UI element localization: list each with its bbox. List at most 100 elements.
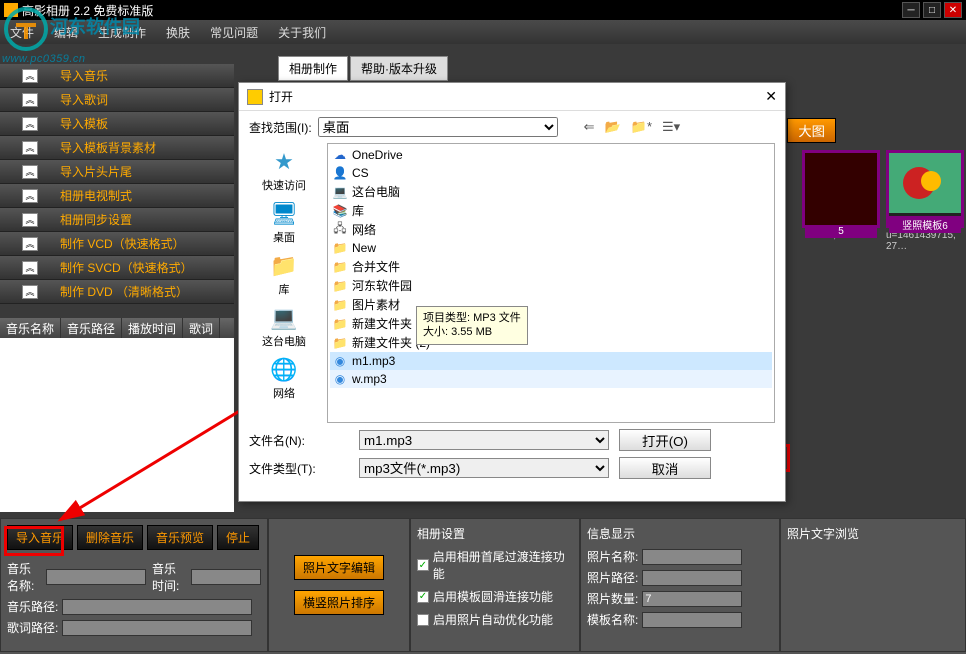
up-icon[interactable]: 📂 xyxy=(605,119,621,135)
place-libraries[interactable]: 📁库 xyxy=(268,253,300,297)
folder-icon: 📁 xyxy=(332,316,348,332)
place-this-pc[interactable]: 💻这台电脑 xyxy=(262,305,306,349)
chevron-up-icon[interactable]: ︽ xyxy=(22,189,38,203)
list-item[interactable]: 📁New xyxy=(330,239,772,257)
menu-about[interactable]: 关于我们 xyxy=(268,24,336,41)
enlarge-button[interactable]: 大图 xyxy=(787,118,836,143)
sidebar-item-svcd[interactable]: 制作 SVCD（快速格式） xyxy=(60,259,193,276)
col-music-name[interactable]: 音乐名称 xyxy=(0,318,61,338)
preview-music-button[interactable]: 音乐预览 xyxy=(147,525,213,550)
chk-auto-label: 启用照片自动优化功能 xyxy=(433,611,553,628)
import-music-button[interactable]: 导入音乐 xyxy=(7,525,73,550)
cancel-button[interactable]: 取消 xyxy=(619,457,711,479)
list-item[interactable]: ◉w.mp3 xyxy=(330,370,772,388)
sidebar-item-import-bg[interactable]: 导入模板背景素材 xyxy=(60,139,156,156)
template-thumb[interactable]: 5 xyxy=(802,150,880,228)
tab-help-upgrade[interactable]: 帮助·版本升级 xyxy=(350,56,448,81)
open-button[interactable]: 打开(O) xyxy=(619,429,711,451)
checkbox-icon[interactable]: ✓ xyxy=(417,614,429,626)
checkbox-icon[interactable]: ✓ xyxy=(417,559,429,571)
list-item[interactable]: ◉m1.mp3 xyxy=(330,352,772,370)
list-item[interactable]: 💻这台电脑 xyxy=(330,182,772,201)
template-thumb[interactable]: 竖照模板6 xyxy=(886,150,964,228)
chevron-up-icon[interactable]: ︽ xyxy=(22,261,38,275)
photo-sort-button[interactable]: 横竖照片排序 xyxy=(294,590,384,615)
folder-icon: 📁 xyxy=(332,278,348,294)
list-item[interactable]: 👤CS xyxy=(330,164,772,182)
photo-count-input[interactable] xyxy=(642,591,742,607)
filename-input[interactable]: m1.mp3 xyxy=(359,430,609,450)
chevron-up-icon[interactable]: ︽ xyxy=(22,141,38,155)
list-item[interactable]: ☁OneDrive xyxy=(330,146,772,164)
sidebar-item-import-template[interactable]: 导入模板 xyxy=(60,115,108,132)
photo-name-label: 照片名称: xyxy=(587,548,638,565)
music-path-input[interactable] xyxy=(62,599,252,615)
chevron-up-icon[interactable]: ︽ xyxy=(22,165,38,179)
stop-button[interactable]: 停止 xyxy=(217,525,259,550)
sidebar-item-import-lyrics[interactable]: 导入歌词 xyxy=(60,91,108,108)
photo-count-label: 照片数量: xyxy=(587,590,638,607)
chevron-up-icon[interactable]: ︽ xyxy=(22,285,38,299)
sidebar-item-import-titles[interactable]: 导入片头片尾 xyxy=(60,163,132,180)
photo-name-input[interactable] xyxy=(642,549,742,565)
list-item[interactable]: 📁新建文件夹 (2) xyxy=(330,333,772,352)
delete-music-button[interactable]: 删除音乐 xyxy=(77,525,143,550)
list-item[interactable]: 📁合并文件 xyxy=(330,257,772,276)
sidebar-item-sync[interactable]: 相册同步设置 xyxy=(60,211,132,228)
list-item[interactable]: 📁新建文件夹 xyxy=(330,314,772,333)
file-list[interactable]: ☁OneDrive 👤CS 💻这台电脑 📚库 🖧网络 📁New 📁合并文件 📁河… xyxy=(327,143,775,423)
col-play-time[interactable]: 播放时间 xyxy=(122,318,183,338)
close-button[interactable]: ✕ xyxy=(944,2,962,18)
dialog-close-button[interactable]: ✕ xyxy=(765,88,777,105)
list-item[interactable]: 📚库 xyxy=(330,201,772,220)
lyric-path-input[interactable] xyxy=(62,620,252,636)
photo-text-edit-button[interactable]: 照片文字编辑 xyxy=(294,555,384,580)
template-name-label: 模板名称: xyxy=(587,611,638,628)
maximize-button[interactable]: □ xyxy=(923,2,941,18)
chevron-up-icon[interactable]: ︽ xyxy=(22,93,38,107)
list-item[interactable]: 📁河东软件园 xyxy=(330,276,772,295)
col-music-path[interactable]: 音乐路径 xyxy=(61,318,122,338)
photo-path-label: 照片路径: xyxy=(587,569,638,586)
chk-loop-label: 启用相册首尾过渡连接功能 xyxy=(433,548,573,582)
chevron-up-icon[interactable]: ︽ xyxy=(22,237,38,251)
filetype-select[interactable]: mp3文件(*.mp3) xyxy=(359,458,609,478)
checkbox-icon[interactable]: ✓ xyxy=(417,591,429,603)
list-item[interactable]: 🖧网络 xyxy=(330,220,772,239)
tab-album-make[interactable]: 相册制作 xyxy=(278,56,348,81)
chevron-up-icon[interactable]: ︽ xyxy=(22,213,38,227)
minimize-button[interactable]: ─ xyxy=(902,2,920,18)
filename-label: 文件名(N): xyxy=(249,432,349,449)
music-time-label: 音乐时间: xyxy=(152,560,187,594)
chevron-up-icon[interactable]: ︽ xyxy=(22,117,38,131)
music-list[interactable] xyxy=(0,338,234,512)
file-tooltip: 项目类型: MP3 文件 大小: 3.55 MB xyxy=(416,306,528,345)
sidebar-item-import-music[interactable]: 导入音乐 xyxy=(60,67,108,84)
menu-skin[interactable]: 换肤 xyxy=(156,24,200,41)
sidebar-item-dvd[interactable]: 制作 DVD （清晰格式） xyxy=(60,283,188,300)
list-item[interactable]: 📁图片素材 xyxy=(330,295,772,314)
sidebar-item-vcd[interactable]: 制作 VCD（快速格式） xyxy=(60,235,185,252)
place-quick-access[interactable]: ★快速访问 xyxy=(262,149,306,193)
music-name-label: 音乐名称: xyxy=(7,560,42,594)
thumb-meta: u=1461439715, 27… xyxy=(886,230,964,252)
col-lyrics[interactable]: 歌词 xyxy=(183,318,220,338)
music-time-input[interactable] xyxy=(191,569,261,585)
back-icon[interactable]: ⇐ xyxy=(584,119,595,135)
folder-icon: 📁 xyxy=(332,335,348,351)
photo-path-input[interactable] xyxy=(642,570,742,586)
place-network[interactable]: 🌐网络 xyxy=(268,357,300,401)
music-name-input[interactable] xyxy=(46,569,146,585)
view-menu-icon[interactable]: ☰▾ xyxy=(662,119,680,135)
chk-smooth-label: 启用模板圆滑连接功能 xyxy=(433,588,553,605)
new-folder-icon[interactable]: 📁* xyxy=(631,119,652,135)
album-settings-title: 相册设置 xyxy=(417,525,573,542)
template-name-input[interactable] xyxy=(642,612,742,628)
chevron-up-icon[interactable]: ︽ xyxy=(22,69,38,83)
menu-faq[interactable]: 常见问题 xyxy=(200,24,268,41)
dialog-title: 打开 xyxy=(269,88,293,105)
sidebar-item-tv-format[interactable]: 相册电视制式 xyxy=(60,187,132,204)
user-icon: 👤 xyxy=(332,165,348,181)
look-in-select[interactable]: 桌面 xyxy=(318,117,558,137)
place-desktop[interactable]: 🖥桌面 xyxy=(268,201,300,245)
